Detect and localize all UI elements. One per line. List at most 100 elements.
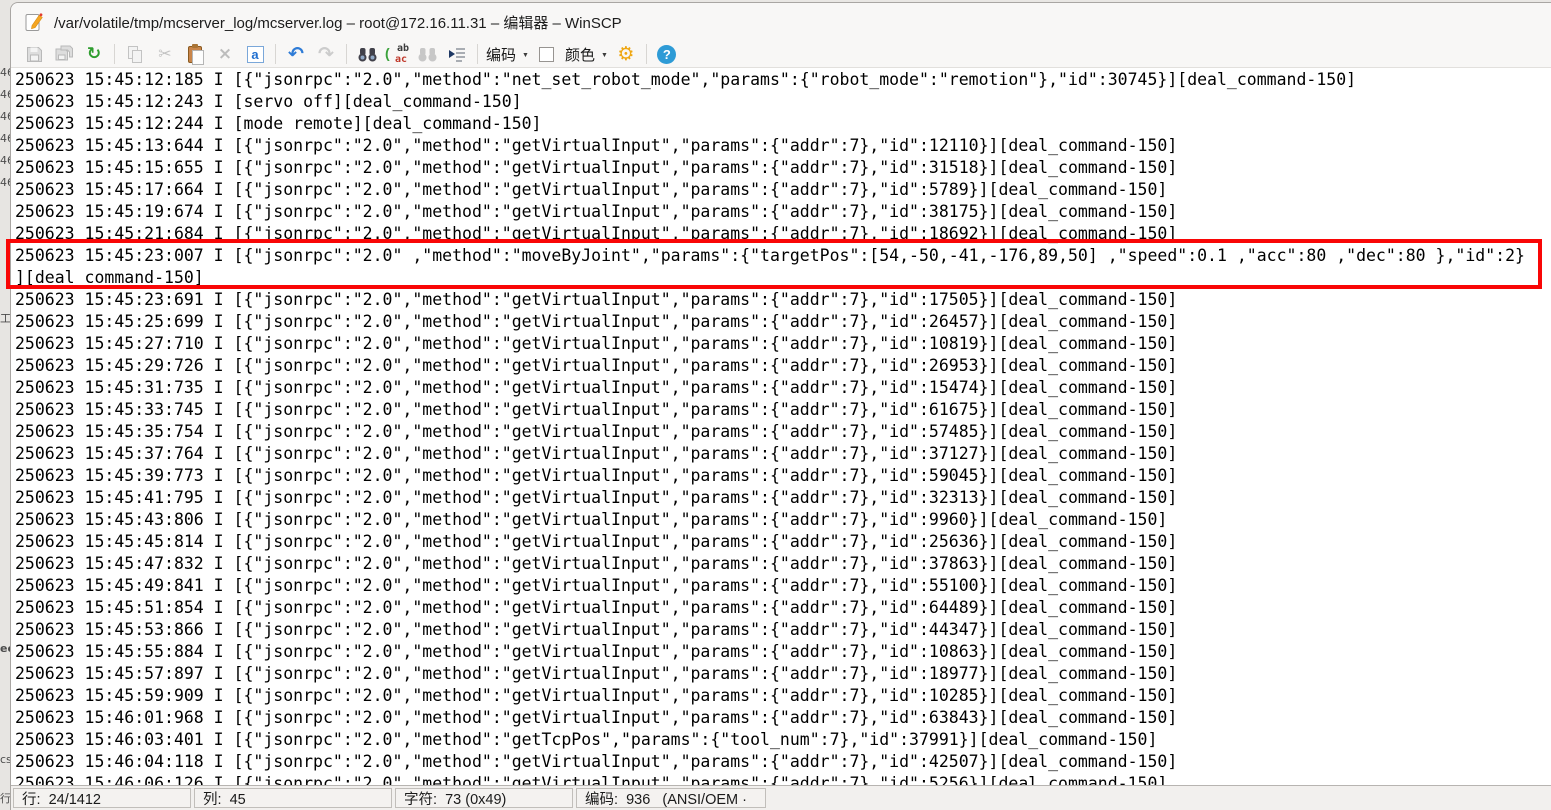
background-fragment: 46 <box>0 88 10 101</box>
log-line[interactable]: 250623 15:45:23:007 I [{"jsonrpc":"2.0" … <box>15 245 1551 267</box>
log-line[interactable]: 250623 15:46:01:968 I [{"jsonrpc":"2.0",… <box>15 707 1551 729</box>
log-line[interactable]: 250623 15:45:31:735 I [{"jsonrpc":"2.0",… <box>15 377 1551 399</box>
chevron-down-icon: ▼ <box>522 52 529 59</box>
status-column-indicator: 列: 45 <box>194 788 392 808</box>
log-line[interactable]: 250623 15:45:37:764 I [{"jsonrpc":"2.0",… <box>15 443 1551 465</box>
encoding-dropdown[interactable]: 编码 ▼ <box>484 42 531 66</box>
title-bar: /var/volatile/tmp/mcserver_log/mcserver.… <box>11 3 1551 41</box>
find-next-icon <box>417 46 438 63</box>
log-line[interactable]: 250623 15:45:41:795 I [{"jsonrpc":"2.0",… <box>15 487 1551 509</box>
background-window-sliver: 46 46 46 46 46 46 工 ec cs 行: <box>0 0 10 810</box>
toolbar-separator <box>114 44 115 64</box>
log-line[interactable]: 250623 15:45:17:664 I [{"jsonrpc":"2.0",… <box>15 179 1551 201</box>
toolbar-separator <box>275 44 276 64</box>
save-all-icon <box>55 45 74 63</box>
select-all-icon: a <box>247 46 264 63</box>
log-line[interactable]: 250623 15:45:55:884 I [{"jsonrpc":"2.0",… <box>15 641 1551 663</box>
log-line[interactable]: 250623 15:45:59:909 I [{"jsonrpc":"2.0",… <box>15 685 1551 707</box>
status-encoding-indicator: 编码: 936 (ANSI/OEM · <box>576 788 766 808</box>
copy-button[interactable] <box>121 42 149 66</box>
go-to-line-icon <box>448 46 467 63</box>
log-line[interactable]: 250623 15:45:12:185 I [{"jsonrpc":"2.0",… <box>15 69 1551 91</box>
background-fragment: cs <box>0 753 10 766</box>
find-next-button[interactable] <box>413 42 441 66</box>
log-line[interactable]: 250623 15:45:15:655 I [{"jsonrpc":"2.0",… <box>15 157 1551 179</box>
redo-icon: ↷ <box>318 45 334 64</box>
save-all-button[interactable] <box>50 42 78 66</box>
cut-icon: ✂ <box>158 46 171 62</box>
select-all-button[interactable]: a <box>241 42 269 66</box>
status-bar: 行: 24/1412 列: 45 字符: 73 (0x49) 编码: 936 (… <box>11 785 1551 810</box>
log-line[interactable]: 250623 15:45:53:866 I [{"jsonrpc":"2.0",… <box>15 619 1551 641</box>
background-fragment: ec <box>0 642 10 655</box>
log-line[interactable]: 250623 15:46:03:401 I [{"jsonrpc":"2.0",… <box>15 729 1551 751</box>
color-dropdown-label: 颜色 <box>563 44 597 65</box>
log-line[interactable]: 250623 15:45:19:674 I [{"jsonrpc":"2.0",… <box>15 201 1551 223</box>
delete-button[interactable]: × <box>211 42 239 66</box>
editor-window: /var/volatile/tmp/mcserver_log/mcserver.… <box>10 2 1551 810</box>
paste-icon <box>188 46 202 63</box>
log-line[interactable]: 250623 15:45:51:854 I [{"jsonrpc":"2.0",… <box>15 597 1551 619</box>
go-to-line-button[interactable] <box>443 42 471 66</box>
save-button[interactable] <box>20 42 48 66</box>
log-line[interactable]: 250623 15:45:49:841 I [{"jsonrpc":"2.0",… <box>15 575 1551 597</box>
log-line[interactable]: 250623 15:45:35:754 I [{"jsonrpc":"2.0",… <box>15 421 1551 443</box>
log-line[interactable]: ][deal_command-150] <box>15 267 1551 289</box>
log-line[interactable]: 250623 15:46:04:118 I [{"jsonrpc":"2.0",… <box>15 751 1551 773</box>
undo-icon: ↶ <box>288 45 304 64</box>
log-line[interactable]: 250623 15:45:47:832 I [{"jsonrpc":"2.0",… <box>15 553 1551 575</box>
log-line[interactable]: 250623 15:45:57:897 I [{"jsonrpc":"2.0",… <box>15 663 1551 685</box>
log-line[interactable]: 250623 15:45:43:806 I [{"jsonrpc":"2.0",… <box>15 509 1551 531</box>
background-fragment: 46 <box>0 154 10 167</box>
preferences-button[interactable]: ⚙ <box>612 42 640 66</box>
color-preview-swatch[interactable] <box>533 42 561 66</box>
log-line[interactable]: 250623 15:45:27:710 I [{"jsonrpc":"2.0",… <box>15 333 1551 355</box>
background-fragment: 工 <box>0 310 10 326</box>
reload-button[interactable]: ↻ <box>80 42 108 66</box>
chevron-down-icon: ▼ <box>601 52 608 59</box>
status-line-indicator: 行: 24/1412 <box>13 788 191 808</box>
log-line[interactable]: 250623 15:45:39:773 I [{"jsonrpc":"2.0",… <box>15 465 1551 487</box>
log-line[interactable]: 250623 15:45:12:243 I [servo off][deal_c… <box>15 91 1551 113</box>
log-line[interactable]: 250623 15:45:21:684 I [{"jsonrpc":"2.0",… <box>15 223 1551 245</box>
help-icon: ? <box>657 45 676 64</box>
log-line[interactable]: 250623 15:45:12:244 I [mode remote][deal… <box>15 113 1551 135</box>
color-swatch-icon <box>539 47 554 62</box>
toolbar-separator <box>646 44 647 64</box>
log-line[interactable]: 250623 15:45:45:814 I [{"jsonrpc":"2.0",… <box>15 531 1551 553</box>
background-fragment: 46 <box>0 132 10 145</box>
log-line[interactable]: 250623 15:45:33:745 I [{"jsonrpc":"2.0",… <box>15 399 1551 421</box>
editor-text-area[interactable]: 250623 15:45:12:185 I [{"jsonrpc":"2.0",… <box>12 68 1551 785</box>
encoding-dropdown-label: 编码 <box>484 44 518 65</box>
toolbar-separator <box>346 44 347 64</box>
log-line[interactable]: 250623 15:46:06:126 I [{"jsonrpc":"2.0",… <box>15 773 1551 785</box>
log-line[interactable]: 250623 15:45:23:691 I [{"jsonrpc":"2.0",… <box>15 289 1551 311</box>
reload-icon: ↻ <box>87 46 101 63</box>
undo-button[interactable]: ↶ <box>282 42 310 66</box>
background-fragment: 46 <box>0 66 10 79</box>
replace-icon: ( ab ac <box>385 44 409 64</box>
log-line[interactable]: 250623 15:45:13:644 I [{"jsonrpc":"2.0",… <box>15 135 1551 157</box>
save-icon <box>26 46 43 63</box>
delete-icon: × <box>218 46 232 63</box>
find-icon <box>357 46 378 63</box>
redo-button[interactable]: ↷ <box>312 42 340 66</box>
log-line[interactable]: 250623 15:45:29:726 I [{"jsonrpc":"2.0",… <box>15 355 1551 377</box>
window-title: /var/volatile/tmp/mcserver_log/mcserver.… <box>54 12 622 33</box>
paste-button[interactable] <box>181 42 209 66</box>
help-button[interactable]: ? <box>653 42 681 66</box>
color-dropdown[interactable]: 颜色 ▼ <box>563 42 610 66</box>
background-fragment: 46 <box>0 176 10 189</box>
replace-button[interactable]: ( ab ac <box>383 42 411 66</box>
background-fragment: 行: <box>0 790 10 806</box>
edit-document-icon <box>24 12 45 33</box>
log-line[interactable]: 250623 15:45:25:699 I [{"jsonrpc":"2.0",… <box>15 311 1551 333</box>
status-char-indicator: 字符: 73 (0x49) <box>395 788 573 808</box>
copy-icon <box>127 46 144 63</box>
cut-button[interactable]: ✂ <box>151 42 179 66</box>
toolbar-separator <box>477 44 478 64</box>
find-button[interactable] <box>353 42 381 66</box>
log-content: 250623 15:45:12:185 I [{"jsonrpc":"2.0",… <box>12 68 1551 785</box>
toolbar: ↻ ✂ × a ↶ ↷ <box>11 41 1551 68</box>
gear-icon: ⚙ <box>617 45 634 64</box>
